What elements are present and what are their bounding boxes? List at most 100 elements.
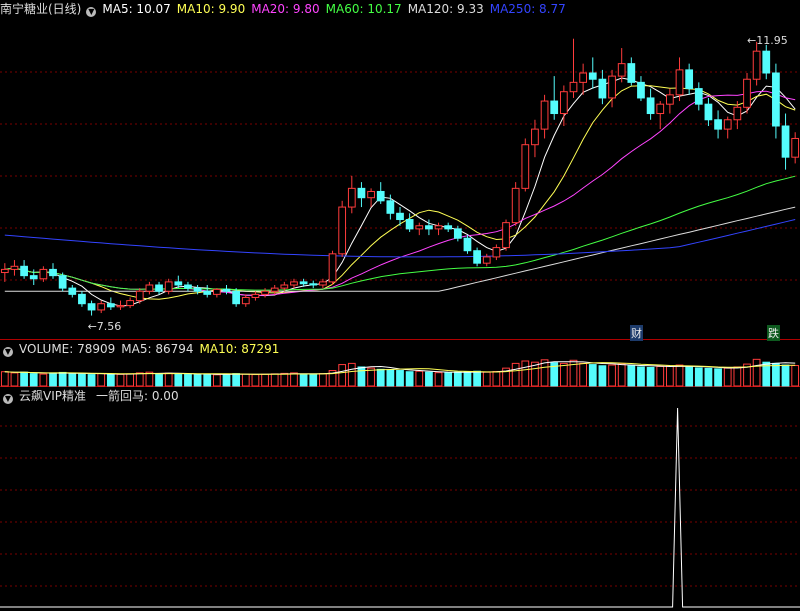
candle-body: [550, 100, 559, 115]
candle-body: [617, 63, 626, 77]
ma-legend: MA5: 10.07 MA10: 9.90 MA20: 9.80 MA60: 10.1…: [102, 2, 571, 16]
moving-average-lines: [4, 77, 796, 307]
chevron-down-icon[interactable]: ▼: [3, 347, 13, 357]
volume-bar: [463, 371, 472, 387]
candle-body: [145, 284, 154, 292]
volume-bar: [251, 374, 260, 387]
candle-body: [367, 190, 375, 199]
candle-body: [78, 293, 86, 305]
volume-bar: [87, 374, 96, 387]
legend-label: MA10: 9.90: [176, 2, 246, 16]
candle-body: [675, 69, 684, 96]
volume-bar: [434, 372, 443, 387]
candle-body: [116, 305, 125, 308]
volume-bar: [319, 373, 327, 387]
candle-body: [338, 206, 347, 255]
legend-label: MA5: 10.07: [102, 2, 171, 16]
volume-bar: [0, 371, 9, 387]
candle-body: [666, 94, 674, 105]
volume-bar: [232, 373, 241, 387]
volume-bar: [675, 364, 684, 387]
volume-bar: [521, 360, 530, 387]
volume-bar: [511, 362, 520, 387]
volume-bar: [646, 366, 655, 387]
volume-bar: [482, 371, 491, 387]
volume-bar: [290, 372, 298, 387]
volume-bar: [386, 369, 395, 387]
volume-bar: [68, 372, 77, 387]
volume-bar: [338, 364, 347, 387]
indicator-title: 云飙VIP精准: [19, 389, 86, 403]
price-high-value: 11.95: [756, 33, 788, 47]
candle-body: [386, 200, 395, 214]
volume-bar: [666, 365, 674, 387]
candle-body: [425, 225, 433, 230]
financial-report-tag[interactable]: 财: [630, 325, 643, 341]
candle-body: [203, 290, 212, 295]
candle-body: [492, 247, 501, 258]
candle-body: [434, 225, 443, 230]
candle-body: [646, 97, 655, 115]
candle-body: [723, 119, 732, 130]
legend-label: MA10: 87291: [199, 342, 280, 356]
candle-body: [473, 250, 481, 264]
candle-body: [752, 50, 761, 80]
candle-body: [743, 78, 751, 108]
volume-bar: [444, 372, 453, 387]
ma60-line: [4, 175, 796, 291]
candle-body: [482, 256, 491, 264]
volume-bar: [155, 373, 163, 387]
legend-label: MA20: 9.80: [251, 2, 320, 16]
stock-title: 南宁糖业(日线): [0, 2, 82, 16]
candle-body: [347, 187, 356, 208]
volume-bar: [126, 373, 134, 387]
candle-body: [290, 281, 298, 286]
candle-body: [20, 265, 28, 277]
candle-body: [39, 268, 48, 280]
volume-bar: [473, 370, 481, 387]
chevron-down-icon[interactable]: ▼: [86, 7, 97, 17]
candle-body: [97, 303, 106, 311]
candle-body: [598, 78, 607, 99]
candle-body: [280, 284, 289, 289]
volume-bar: [588, 364, 597, 387]
candle-body: [222, 288, 231, 292]
candle-body: [463, 237, 472, 252]
legend-label: MA250: 8.77: [489, 2, 566, 16]
volume-bar: [145, 371, 154, 387]
candle-body: [521, 144, 530, 189]
price-low-value: 7.56: [96, 319, 122, 333]
volume-bar: [193, 374, 202, 387]
volume-bar: [309, 373, 318, 387]
candle-body: [0, 268, 9, 274]
volume-bar: [714, 368, 722, 387]
volume-bar: [212, 374, 221, 387]
volume-bar: [405, 371, 414, 387]
volume-bar: [685, 366, 694, 387]
candle-body: [791, 137, 800, 158]
volume-bar: [637, 366, 645, 387]
candle-body: [637, 81, 645, 99]
volume-bar: [135, 372, 144, 387]
chevron-down-icon[interactable]: ▼: [3, 394, 13, 404]
volume-bar: [656, 365, 665, 387]
candle-body: [155, 284, 163, 292]
volume-bar: [39, 373, 48, 387]
price-high-label: ←11.95: [746, 33, 788, 47]
candle-body: [415, 225, 424, 230]
indicator-line: [0, 407, 800, 608]
volume-bar: [694, 367, 703, 387]
volume-bar: [347, 362, 356, 387]
candle-body: [714, 119, 722, 130]
candle-body: [781, 125, 790, 158]
volume-bar: [579, 362, 588, 387]
candle-body: [164, 281, 173, 292]
volume-bar: [270, 373, 279, 387]
candle-body: [540, 100, 549, 130]
ma20-line: [4, 90, 796, 296]
candle-body: [319, 281, 327, 286]
volume-bar: [20, 371, 28, 387]
volume-bars: [0, 358, 800, 387]
candle-body: [579, 72, 588, 83]
drop-tag[interactable]: 跌: [767, 325, 780, 341]
